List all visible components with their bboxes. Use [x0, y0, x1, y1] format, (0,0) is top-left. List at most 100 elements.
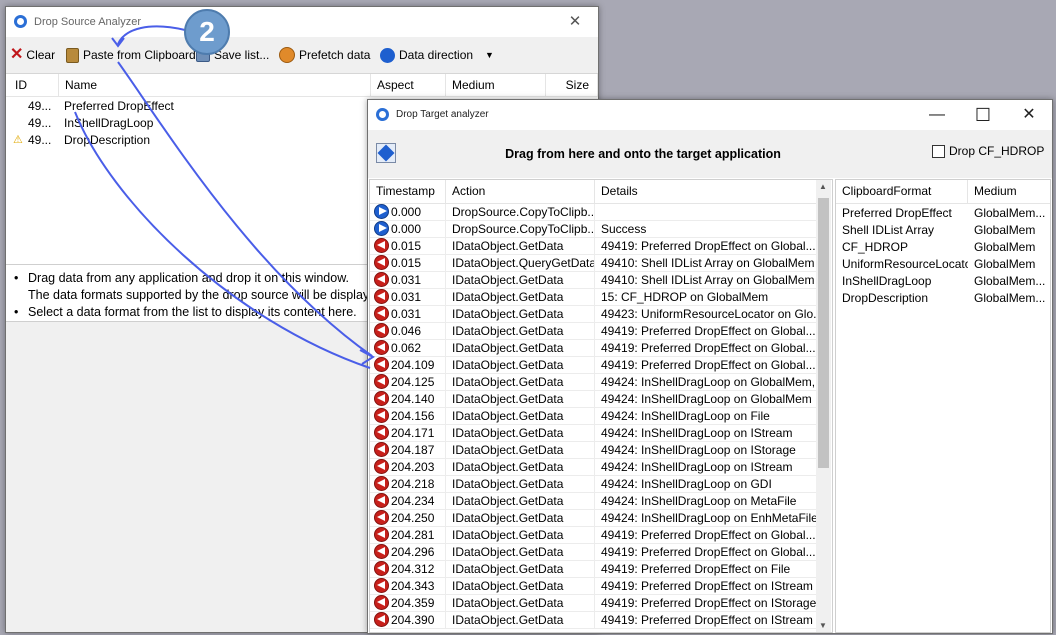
log-row[interactable]: 0.031 IDataObject.GetData 15: CF_HDROP on …: [370, 289, 816, 306]
column-header-size[interactable]: Size: [546, 74, 598, 96]
row-id: 49...: [28, 133, 52, 147]
log-details: 49419: Preferred DropEffect on Global...: [595, 340, 816, 357]
log-row[interactable]: 0.046 IDataObject.GetData 49419: Preferred…: [370, 323, 816, 340]
arrow-left-icon: [374, 510, 389, 525]
clipboard-format-medium: GlobalMem: [974, 240, 1036, 254]
log-row[interactable]: 204.281 IDataObject.GetData 49419: Preferr…: [370, 527, 816, 544]
log-row[interactable]: 204.250 IDataObject.GetData 49424: InShell…: [370, 510, 816, 527]
target-titlebar[interactable]: Drop Target analyzer — ☐ ✕: [368, 100, 1052, 130]
log-row[interactable]: 204.156 IDataObject.GetData 49424: InShell…: [370, 408, 816, 425]
log-timestamp-cell: 0.046: [370, 323, 446, 340]
log-row[interactable]: 0.015 IDataObject.QueryGetData 49410: Shel…: [370, 255, 816, 272]
log-scrollbar[interactable]: ▲ ▼: [816, 180, 831, 632]
log-timestamp-cell: 204.390: [370, 612, 446, 629]
log-row[interactable]: 204.171 IDataObject.GetData 49424: InShell…: [370, 425, 816, 442]
log-timestamp-cell: 204.140: [370, 391, 446, 408]
log-details: 49419: Preferred DropEffect on Global...: [595, 527, 816, 544]
maximize-icon[interactable]: ☐: [960, 100, 1006, 130]
clipboard-format-list[interactable]: ClipboardFormat Medium Preferred DropEff…: [835, 179, 1051, 633]
chevron-down-icon[interactable]: ▼: [485, 44, 494, 66]
log-row[interactable]: 204.359 IDataObject.GetData 49419: Preferr…: [370, 595, 816, 612]
log-timestamp: 204.171: [391, 426, 435, 440]
column-header-action[interactable]: Action: [446, 180, 595, 203]
log-action: IDataObject.GetData: [446, 595, 595, 612]
prefetch-data-button[interactable]: Prefetch data: [279, 44, 370, 66]
log-details: 49424: InShellDragLoop on GDI: [595, 476, 816, 493]
column-header-medium[interactable]: Medium: [446, 74, 546, 96]
bullet: •: [14, 271, 19, 285]
format-list-header: ID Name Aspect Medium Size: [6, 74, 598, 97]
log-row[interactable]: 204.109 IDataObject.GetData 49419: Preferr…: [370, 357, 816, 374]
log-timestamp: 0.031: [391, 273, 422, 287]
scroll-down-arrow-icon[interactable]: ▼: [819, 621, 827, 630]
log-row[interactable]: 204.125 IDataObject.GetData 49424: InShell…: [370, 374, 816, 391]
log-row[interactable]: 204.296 IDataObject.GetData 49419: Preferr…: [370, 544, 816, 561]
log-action: DropSource.CopyToClipb...: [446, 204, 595, 221]
column-header-clipboardformat[interactable]: ClipboardFormat: [836, 180, 968, 203]
log-row[interactable]: 0.062 IDataObject.GetData 49419: Preferred…: [370, 340, 816, 357]
info-line: • Drag data from any application and drop…: [14, 271, 349, 285]
log-action: IDataObject.GetData: [446, 527, 595, 544]
log-details: [595, 204, 816, 221]
clipboard-format-row[interactable]: InShellDragLoop GlobalMem...: [836, 273, 1050, 290]
column-header-name[interactable]: Name: [59, 74, 371, 96]
log-row[interactable]: 204.203 IDataObject.GetData 49424: InShell…: [370, 459, 816, 476]
column-header-details[interactable]: Details: [595, 180, 816, 203]
clipboard-format-row[interactable]: CF_HDROP GlobalMem: [836, 239, 1050, 256]
log-row[interactable]: 0.015 IDataObject.GetData 49419: Preferred…: [370, 238, 816, 255]
log-details: 49424: InShellDragLoop on IStorage: [595, 442, 816, 459]
clear-button[interactable]: ✕ Clear: [10, 44, 55, 66]
clipboard-format-row[interactable]: Shell IDList Array GlobalMem: [836, 222, 1050, 239]
drop-cf-hdrop-checkbox[interactable]: Drop CF_HDROP: [932, 144, 1044, 158]
column-header-aspect[interactable]: Aspect: [371, 74, 446, 96]
log-timestamp-cell: 204.296: [370, 544, 446, 561]
clipboard-format-medium: GlobalMem...: [974, 274, 1046, 288]
log-list[interactable]: Timestamp Action Details 0.000 DropSource…: [369, 179, 833, 633]
arrow-left-icon: [374, 374, 389, 389]
log-row[interactable]: 204.218 IDataObject.GetData 49424: InShell…: [370, 476, 816, 493]
column-header-timestamp[interactable]: Timestamp: [370, 180, 446, 203]
log-row[interactable]: 204.187 IDataObject.GetData 49424: InShell…: [370, 442, 816, 459]
log-row[interactable]: 204.234 IDataObject.GetData 49424: InShell…: [370, 493, 816, 510]
log-timestamp-cell: 204.187: [370, 442, 446, 459]
log-timestamp-cell: 0.031: [370, 306, 446, 323]
arrow-left-icon: [374, 476, 389, 491]
log-row[interactable]: 204.140 IDataObject.GetData 49424: InShell…: [370, 391, 816, 408]
log-row[interactable]: 0.000 DropSource.CopyToClipb... Success: [370, 221, 816, 238]
scroll-thumb[interactable]: [818, 198, 829, 468]
step-badge: 2: [184, 9, 230, 55]
log-timestamp-cell: 204.343: [370, 578, 446, 595]
checkbox-box[interactable]: [932, 144, 945, 158]
arrow-left-icon: [374, 289, 389, 304]
data-direction-button[interactable]: Data direction ▼: [380, 44, 494, 66]
column-header-medium[interactable]: Medium: [968, 180, 1050, 203]
log-row[interactable]: 0.031 IDataObject.GetData 49423: UniformRe…: [370, 306, 816, 323]
log-timestamp: 204.234: [391, 494, 435, 508]
log-timestamp-cell: 204.359: [370, 595, 446, 612]
clipboard-format-row[interactable]: Preferred DropEffect GlobalMem...: [836, 205, 1050, 222]
column-header-id[interactable]: ID: [9, 74, 59, 96]
arrow-left-icon: [374, 442, 389, 457]
log-row[interactable]: 204.390 IDataObject.GetData 49419: Preferr…: [370, 612, 816, 629]
log-row[interactable]: 0.031 IDataObject.GetData 49410: Shell IDL…: [370, 272, 816, 289]
log-timestamp: 204.203: [391, 460, 435, 474]
close-icon[interactable]: ✕: [1006, 100, 1052, 130]
log-row[interactable]: 0.000 DropSource.CopyToClipb...: [370, 204, 816, 221]
close-icon[interactable]: ✕: [552, 7, 598, 37]
row-name: Preferred DropEffect: [64, 99, 174, 113]
source-window-title: Drop Source Analyzer: [34, 16, 141, 28]
log-row[interactable]: 204.312 IDataObject.GetData 49419: Preferr…: [370, 561, 816, 578]
log-timestamp-cell: 0.000: [370, 221, 446, 238]
log-timestamp: 204.125: [391, 375, 435, 389]
clipboard-format-row[interactable]: UniformResourceLocator GlobalMem: [836, 256, 1050, 273]
log-timestamp: 0.046: [391, 324, 422, 338]
log-row[interactable]: 204.343 IDataObject.GetData 49419: Preferr…: [370, 578, 816, 595]
scroll-up-arrow-icon[interactable]: ▲: [819, 182, 827, 191]
clipboard-format-row[interactable]: DropDescription GlobalMem...: [836, 290, 1050, 307]
log-timestamp: 0.062: [391, 341, 422, 355]
paste-from-clipboard-button[interactable]: Paste from Clipboard: [66, 44, 196, 66]
log-timestamp: 0.015: [391, 256, 422, 270]
log-details: 49424: InShellDragLoop on GlobalMem: [595, 391, 816, 408]
minimize-icon[interactable]: —: [914, 100, 960, 130]
source-titlebar[interactable]: Drop Source Analyzer ✕: [6, 7, 598, 37]
